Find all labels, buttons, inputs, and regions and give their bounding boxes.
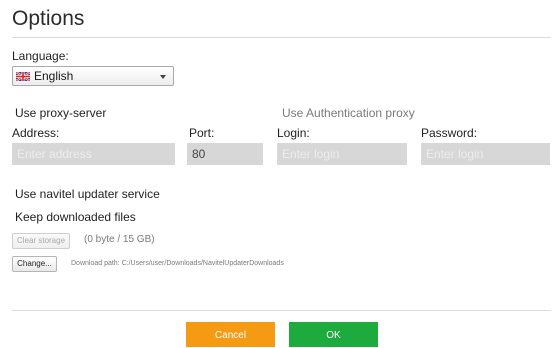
use-updater-service-checkbox[interactable]: Use navitel updater service bbox=[15, 187, 160, 201]
use-auth-proxy-checkbox[interactable]: Use Authentication proxy bbox=[282, 106, 415, 120]
address-input[interactable] bbox=[12, 143, 175, 165]
password-label: Password: bbox=[421, 126, 478, 140]
login-label: Login: bbox=[277, 126, 310, 140]
chevron-down-icon bbox=[160, 75, 166, 79]
language-select[interactable]: English bbox=[12, 66, 174, 86]
use-proxy-checkbox[interactable]: Use proxy-server bbox=[15, 106, 106, 120]
port-input[interactable] bbox=[187, 143, 263, 165]
storage-info: (0 byte / 15 GB) bbox=[84, 234, 155, 245]
language-label: Language: bbox=[12, 49, 69, 63]
ok-button[interactable]: OK bbox=[289, 322, 378, 347]
password-input[interactable] bbox=[421, 143, 550, 165]
language-selected-value: English bbox=[34, 69, 74, 83]
keep-downloaded-files-checkbox[interactable]: Keep downloaded files bbox=[15, 210, 136, 224]
uk-flag-icon bbox=[16, 71, 30, 81]
footer-divider bbox=[12, 310, 551, 311]
cancel-button[interactable]: Cancel bbox=[186, 322, 275, 347]
page-title: Options bbox=[12, 7, 85, 30]
address-label: Address: bbox=[12, 126, 60, 140]
download-path-text: Download path: C:/Users/user/Downloads/N… bbox=[71, 260, 284, 267]
change-path-button[interactable]: Change... bbox=[12, 256, 57, 272]
port-label: Port: bbox=[189, 126, 215, 140]
clear-storage-button[interactable]: Clear storage bbox=[12, 233, 70, 249]
login-input[interactable] bbox=[277, 143, 407, 165]
title-divider bbox=[12, 37, 551, 38]
